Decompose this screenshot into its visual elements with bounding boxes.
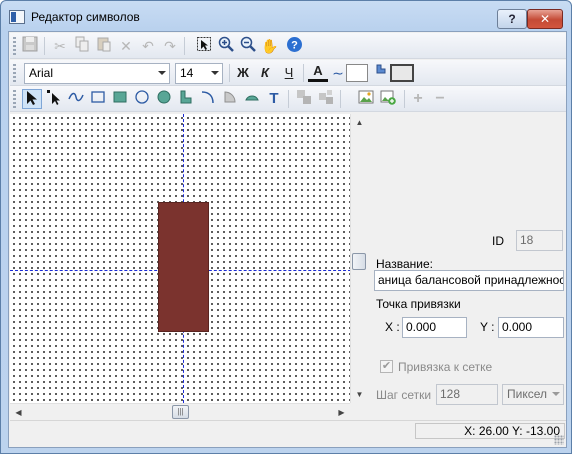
properties-panel: ID 18 Название: аница балансовой принадл… xyxy=(368,114,566,420)
cursor-coordinates: X: 26.00 Y: -13.00 xyxy=(415,423,565,439)
filled-rectangle-tool-icon[interactable] xyxy=(110,89,130,109)
snap-to-grid-checkbox[interactable]: ✔ xyxy=(380,360,393,373)
title-bar[interactable]: Редактор символов ? ✕ xyxy=(1,1,571,31)
name-field[interactable]: аница балансовой принадлежности xyxy=(374,270,564,291)
snap-to-grid-label: Привязка к сетке xyxy=(398,360,493,374)
svg-text:?: ? xyxy=(291,40,298,52)
anchor-y-field[interactable]: 0.000 xyxy=(498,317,564,338)
group-icon[interactable] xyxy=(294,89,314,109)
filled-ellipse-tool-icon[interactable] xyxy=(154,89,174,109)
italic-button[interactable]: К xyxy=(255,63,275,83)
line-style-icon[interactable]: ∼ xyxy=(328,63,348,83)
id-label: ID xyxy=(492,234,504,248)
help-button[interactable]: ? xyxy=(497,9,527,29)
name-label: Название: xyxy=(376,257,433,271)
grid-step-label: Шаг сетки xyxy=(376,388,432,402)
zoom-out-icon[interactable] xyxy=(238,36,258,56)
arc-tool-icon[interactable] xyxy=(198,89,218,109)
grid-step-field[interactable]: 128 xyxy=(436,384,498,405)
ellipse-tool-icon[interactable] xyxy=(132,89,152,109)
text-toolbar: Arial 14 Ж К Ч A ∼ xyxy=(10,60,566,86)
toolbar-grip[interactable] xyxy=(13,37,16,55)
save-icon[interactable] xyxy=(20,36,40,56)
grid-unit-select[interactable]: Пиксел xyxy=(502,384,564,405)
anchor-point-label: Точка привязки xyxy=(376,297,461,311)
main-toolbar: ✂ ✕ ↶ ↷ ✋ ? xyxy=(10,33,566,59)
window-title: Редактор символов xyxy=(31,10,140,24)
close-button[interactable]: ✕ xyxy=(527,9,563,29)
ungroup-icon[interactable] xyxy=(316,89,336,109)
toolbar-grip[interactable] xyxy=(13,90,16,108)
fill-color-swatch[interactable] xyxy=(390,64,414,82)
bold-button[interactable]: Ж xyxy=(233,63,253,83)
image-icon[interactable] xyxy=(356,89,376,109)
scroll-left-arrow-icon[interactable]: ◀ xyxy=(10,404,27,421)
fill-icon[interactable] xyxy=(371,63,391,83)
anchor-x-label: X : xyxy=(385,320,400,334)
scroll-right-arrow-icon[interactable]: ▶ xyxy=(333,404,350,421)
symbol-rectangle-shape[interactable] xyxy=(158,202,209,332)
horizontal-scrollbar[interactable]: ◀ ||| ▶ xyxy=(10,403,350,420)
line-color-swatch[interactable] xyxy=(346,64,368,82)
rectangle-tool-icon[interactable] xyxy=(88,89,108,109)
toolbar-grip[interactable] xyxy=(13,64,16,82)
resize-grip-icon[interactable] xyxy=(554,435,564,445)
paste-icon[interactable] xyxy=(94,36,114,56)
drawing-toolbar: T + − xyxy=(10,86,566,112)
text-tool-icon[interactable]: T xyxy=(264,89,284,109)
drawing-canvas[interactable] xyxy=(10,114,356,403)
pie-tool-icon[interactable] xyxy=(220,89,240,109)
chevron-down-icon xyxy=(552,392,560,396)
chevron-down-icon xyxy=(211,71,219,75)
copy-icon[interactable] xyxy=(72,36,92,56)
curve-tool-icon[interactable] xyxy=(66,89,86,109)
pointer-tool-icon[interactable] xyxy=(22,89,42,109)
undo-icon[interactable]: ↶ xyxy=(138,36,158,56)
node-edit-tool-icon[interactable] xyxy=(44,89,64,109)
polygon-tool-icon[interactable] xyxy=(176,89,196,109)
help-icon[interactable]: ? xyxy=(284,36,304,56)
horizontal-scroll-thumb[interactable]: ||| xyxy=(172,405,189,419)
add-image-icon[interactable] xyxy=(378,89,398,109)
font-family-value: Arial xyxy=(29,66,54,80)
anchor-x-field[interactable]: 0.000 xyxy=(402,317,467,338)
chevron-down-icon xyxy=(158,71,166,75)
delete-icon[interactable]: ✕ xyxy=(116,36,136,56)
id-field: 18 xyxy=(516,230,563,251)
scroll-down-arrow-icon[interactable]: ▼ xyxy=(351,386,368,403)
font-size-value: 14 xyxy=(180,66,194,80)
cut-icon[interactable]: ✂ xyxy=(50,36,70,56)
scroll-up-arrow-icon[interactable]: ▲ xyxy=(351,114,368,131)
symbol-editor-window: Редактор символов ? ✕ ✂ ✕ ↶ ↷ ✋ ? Arial … xyxy=(0,0,572,454)
font-size-select[interactable]: 14 xyxy=(175,63,223,84)
app-icon xyxy=(9,10,25,24)
vertical-scroll-thumb[interactable] xyxy=(352,253,366,270)
anchor-y-label: Y : xyxy=(480,320,495,334)
select-area-icon[interactable] xyxy=(194,36,214,56)
underline-button[interactable]: Ч xyxy=(279,63,299,83)
remove-icon[interactable]: − xyxy=(430,89,450,109)
vertical-scrollbar[interactable]: ▲ ▼ xyxy=(350,114,367,403)
status-bar: X: 26.00 Y: -13.00 xyxy=(10,420,566,447)
client-area: ✂ ✕ ↶ ↷ ✋ ? Arial 14 Ж К Ч A ∼ T + − ▲ ▼… xyxy=(8,31,567,448)
grid-unit-value: Пиксел xyxy=(507,387,547,401)
font-color-button[interactable]: A xyxy=(308,63,328,82)
redo-icon[interactable]: ↷ xyxy=(160,36,180,56)
pan-hand-icon[interactable]: ✋ xyxy=(260,36,280,56)
font-family-select[interactable]: Arial xyxy=(24,63,170,84)
zoom-in-icon[interactable] xyxy=(216,36,236,56)
add-icon[interactable]: + xyxy=(408,89,428,109)
chord-tool-icon[interactable] xyxy=(242,89,262,109)
